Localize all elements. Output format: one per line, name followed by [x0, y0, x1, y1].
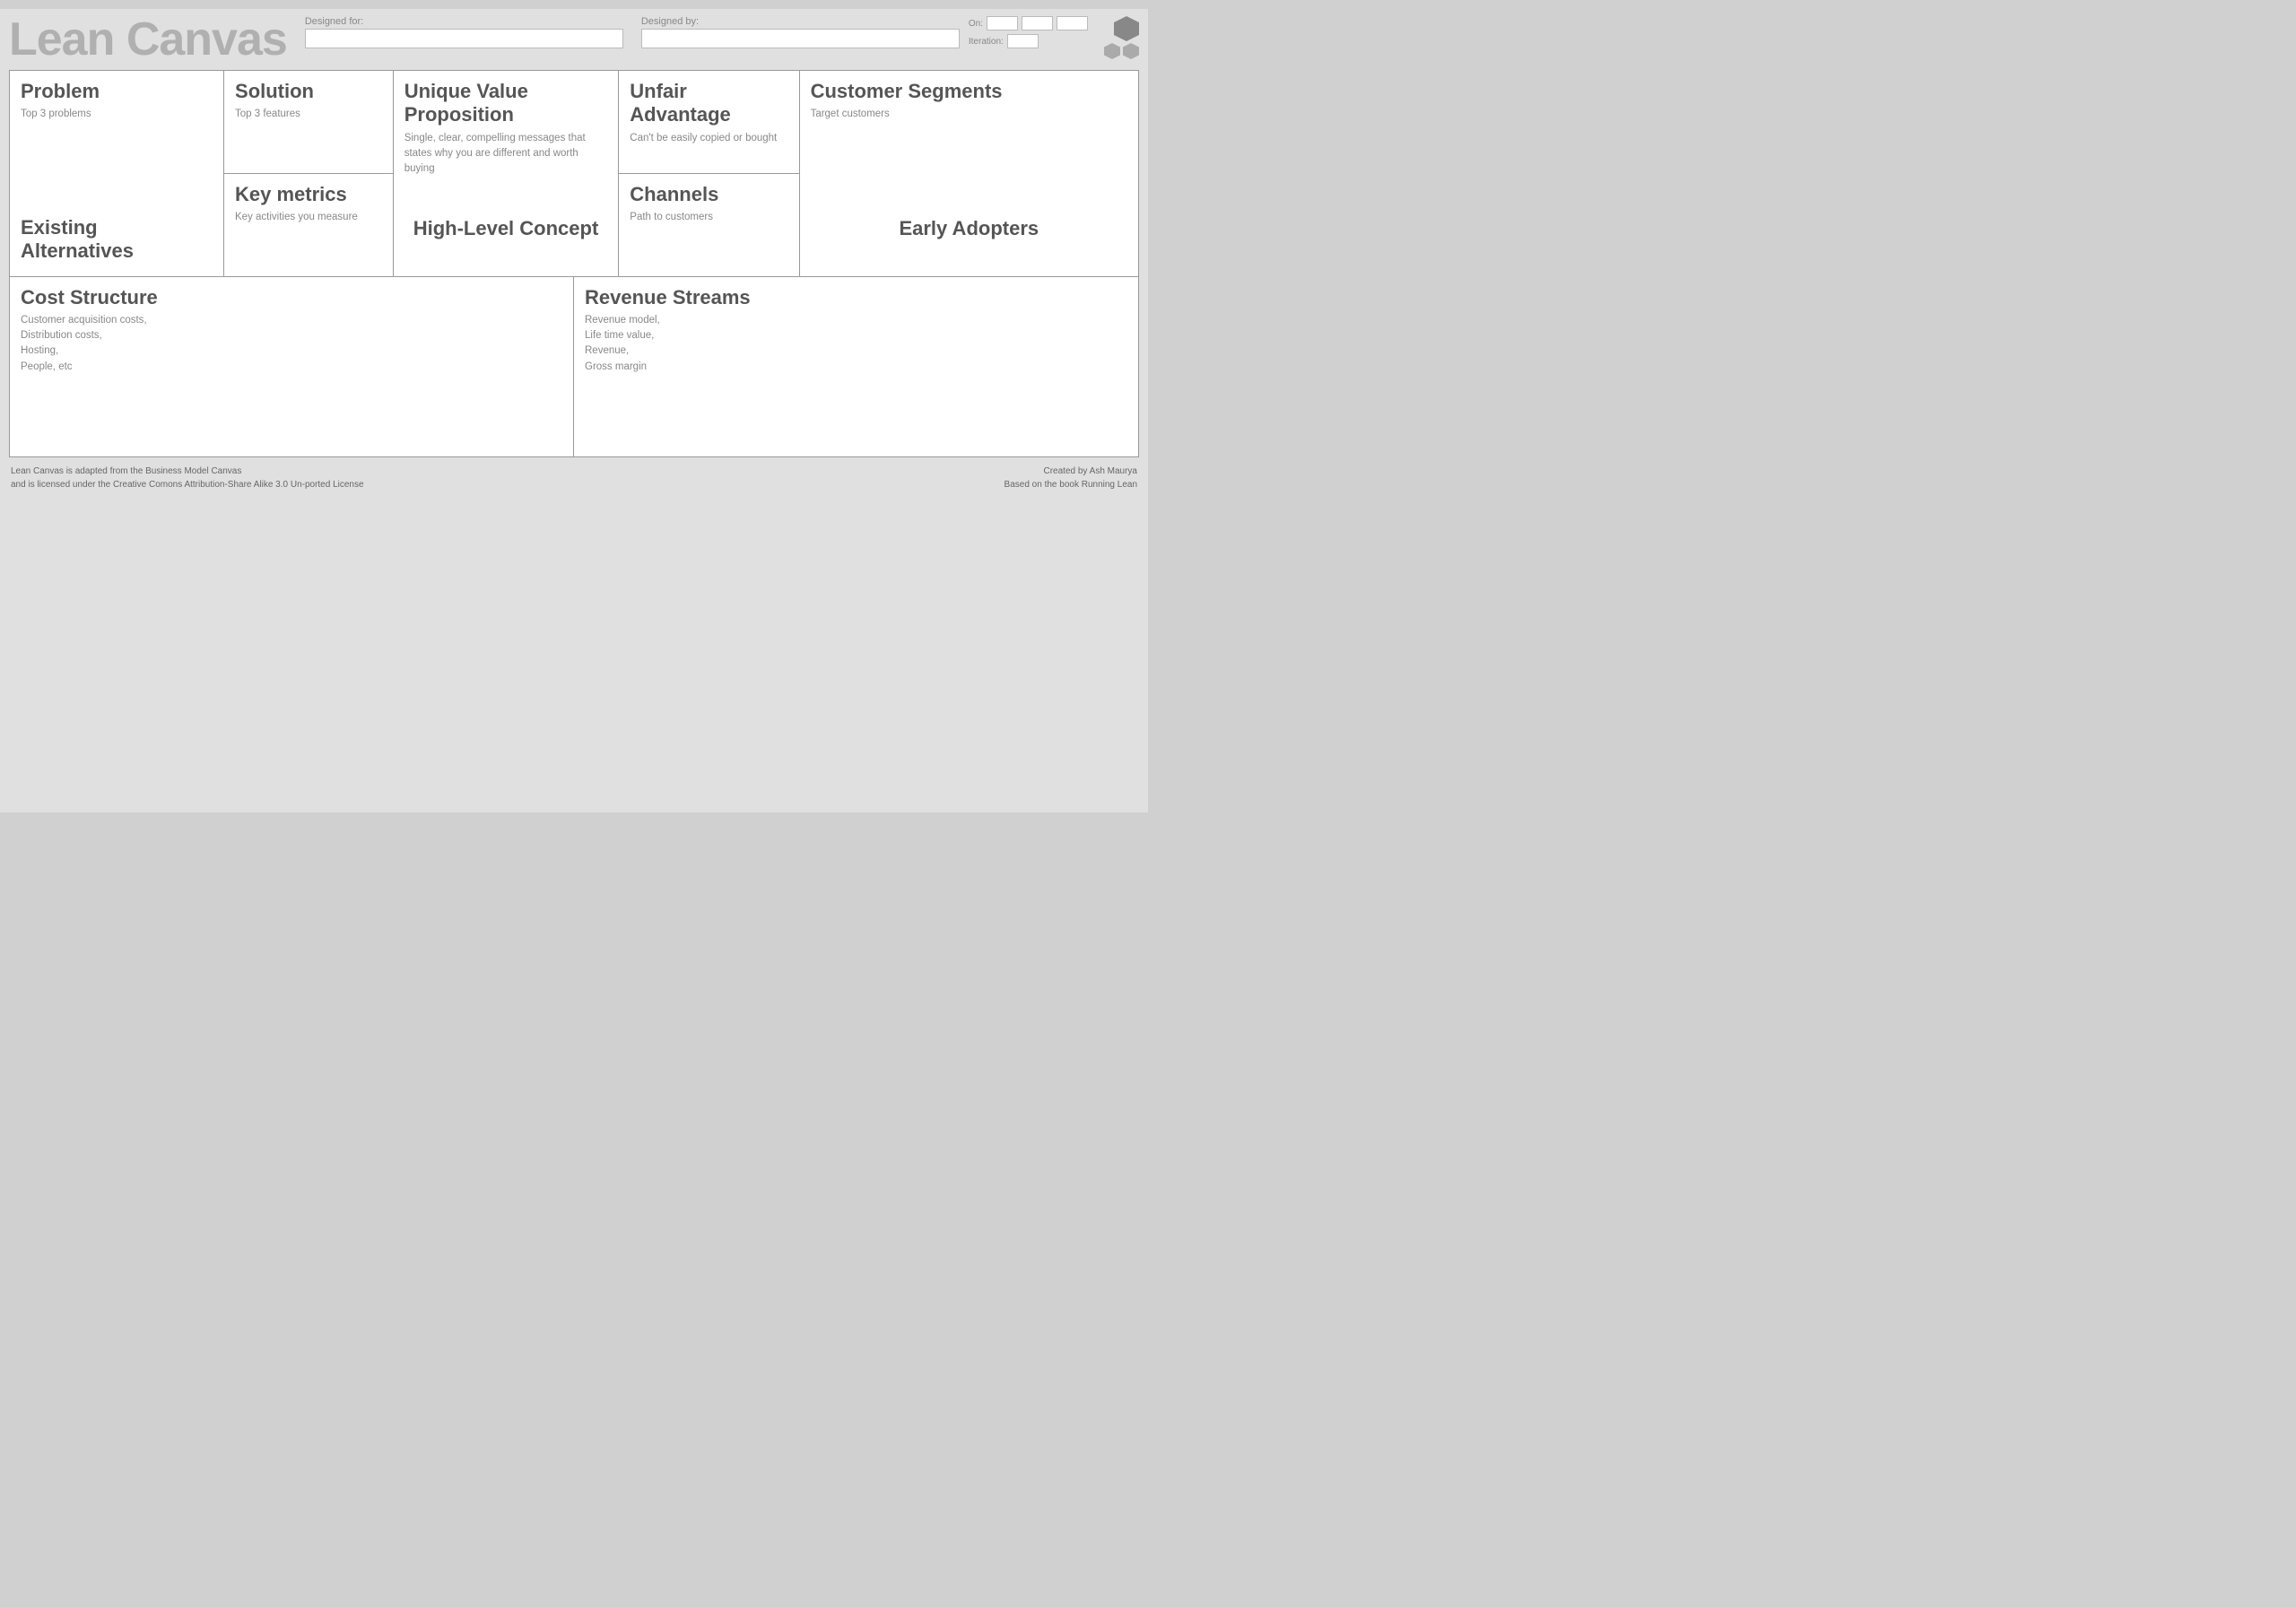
day-input[interactable]	[987, 16, 1018, 30]
month-input[interactable]	[1022, 16, 1053, 30]
on-label: On:	[969, 19, 983, 29]
uvp-cell: Unique Value Proposition Single, clear, …	[394, 71, 619, 187]
hexagon-decoration	[1104, 16, 1139, 59]
revenue-subtitle: Revenue model,Life time value,Revenue,Gr…	[585, 313, 1127, 375]
footer: Lean Canvas is adapted from the Business…	[9, 465, 1139, 491]
footer-right-line2: Based on the book Running Lean	[1004, 478, 1137, 491]
solution-subtitle: Top 3 features	[235, 107, 382, 122]
footer-right-line1: Created by Ash Maurya	[1004, 465, 1137, 478]
existing-alternatives: Existing Alternatives	[21, 198, 213, 267]
footer-left: Lean Canvas is adapted from the Business…	[11, 465, 364, 491]
customer-column: Customer Segments Target customers Early…	[800, 71, 1138, 276]
channels-cell: Channels Path to customers	[619, 174, 798, 276]
main-rows: Problem Top 3 problems Existing Alternat…	[10, 71, 1138, 277]
channels-title: Channels	[630, 183, 787, 206]
hexagon-small	[1123, 43, 1139, 59]
designed-for-input[interactable]	[305, 29, 623, 48]
solution-title: Solution	[235, 80, 382, 103]
iteration-label: Iteration:	[969, 37, 1004, 47]
problem-title: Problem	[21, 80, 213, 103]
footer-left-line1: Lean Canvas is adapted from the Business…	[11, 465, 364, 478]
problem-column: Problem Top 3 problems Existing Alternat…	[10, 71, 224, 276]
revenue-cell: Revenue Streams Revenue model,Life time …	[574, 277, 1138, 456]
hexagon-medium	[1104, 43, 1120, 59]
uvp-subtitle: Single, clear, compelling messages that …	[404, 131, 608, 178]
key-metrics-cell: Key metrics Key activities you measure	[224, 174, 393, 276]
problem-subtitle: Top 3 problems	[21, 107, 213, 122]
cost-title: Cost Structure	[21, 286, 562, 309]
iteration-input[interactable]	[1007, 34, 1039, 48]
hexagon-large	[1114, 16, 1139, 41]
early-adopters-title: Early Adopters	[899, 217, 1039, 240]
key-metrics-subtitle: Key activities you measure	[235, 210, 382, 225]
unfair-cell: Unfair Advantage Can't be easily copied …	[619, 71, 798, 174]
footer-right: Created by Ash Maurya Based on the book …	[1004, 465, 1137, 491]
unfair-subtitle: Can't be easily copied or bought	[630, 131, 787, 146]
uvp-column: Unique Value Proposition Single, clear, …	[394, 71, 620, 276]
unfair-title: Unfair Advantage	[630, 80, 787, 127]
designed-by-label: Designed by:	[641, 16, 960, 27]
designed-for-label: Designed for:	[305, 16, 623, 27]
page-title: Lean Canvas	[9, 16, 287, 63]
year-input[interactable]	[1057, 16, 1088, 30]
cost-subtitle: Customer acquisition costs,Distribution …	[21, 313, 562, 375]
key-metrics-title: Key metrics	[235, 183, 382, 206]
existing-alt-title: Existing Alternatives	[21, 216, 213, 264]
customer-subtitle: Target customers	[811, 107, 1127, 122]
channels-subtitle: Path to customers	[630, 210, 787, 225]
customer-title: Customer Segments	[811, 80, 1127, 103]
footer-left-line2: and is licensed under the Creative Comon…	[11, 478, 364, 491]
early-adopters-cell: Early Adopters	[800, 187, 1138, 276]
revenue-title: Revenue Streams	[585, 286, 1127, 309]
high-level-cell: High-Level Concept	[394, 187, 619, 276]
customer-cell: Customer Segments Target customers	[800, 71, 1138, 187]
designed-by-input[interactable]	[641, 29, 960, 48]
unfair-column: Unfair Advantage Can't be easily copied …	[619, 71, 799, 276]
lean-canvas: Problem Top 3 problems Existing Alternat…	[9, 70, 1139, 457]
uvp-title: Unique Value Proposition	[404, 80, 608, 127]
cost-cell: Cost Structure Customer acquisition cost…	[10, 277, 574, 456]
high-level-title: High-Level Concept	[413, 217, 599, 240]
solution-cell: Solution Top 3 features	[224, 71, 393, 174]
bottom-row: Cost Structure Customer acquisition cost…	[10, 277, 1138, 456]
solution-column: Solution Top 3 features Key metrics Key …	[224, 71, 394, 276]
